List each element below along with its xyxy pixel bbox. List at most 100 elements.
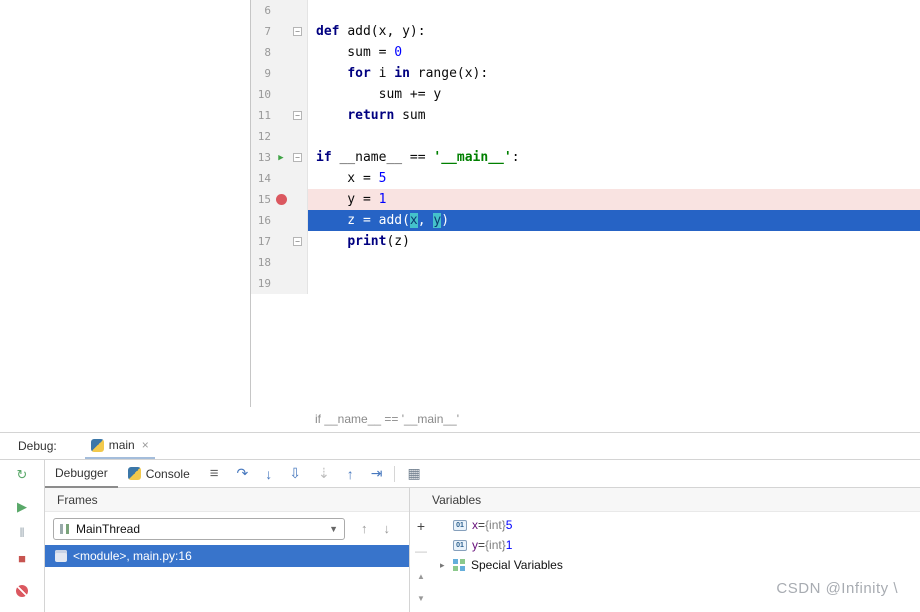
code-text[interactable]: return sum <box>308 105 920 126</box>
scroll-up-icon[interactable]: ▲ <box>410 572 432 581</box>
line-number[interactable]: 7 <box>251 25 271 38</box>
code-line[interactable]: 17 − print(z) <box>251 231 920 252</box>
fold-icon[interactable]: − <box>293 153 302 162</box>
fold-slot[interactable]: − <box>291 111 304 120</box>
code-line[interactable]: 8 sum = 0 <box>251 42 920 63</box>
chevron-right-icon[interactable]: ▸ <box>440 560 453 571</box>
code-text[interactable] <box>308 126 920 147</box>
gutter-icon-slot[interactable]: ▶ <box>271 153 291 163</box>
code-text[interactable] <box>308 0 920 21</box>
mute-breakpoints-button[interactable] <box>0 585 44 600</box>
scroll-down-icon[interactable]: ▼ <box>410 594 432 603</box>
variable-row[interactable]: 01 y = {int} 1 <box>432 535 920 555</box>
line-number[interactable]: 16 <box>251 214 271 227</box>
add-watch-icon[interactable]: + <box>410 518 432 534</box>
line-number[interactable]: 15 <box>251 193 271 206</box>
code-line[interactable]: 19 <box>251 273 920 294</box>
line-number[interactable]: 14 <box>251 172 271 185</box>
code-text[interactable]: z = add(x, y) <box>308 210 920 231</box>
code-line[interactable]: 12 <box>251 126 920 147</box>
line-number[interactable]: 17 <box>251 235 271 248</box>
layout-settings-icon[interactable]: ≡ <box>210 465 219 482</box>
gutter-cell[interactable]: 13 ▶ − <box>251 147 308 168</box>
line-number[interactable]: 10 <box>251 88 271 101</box>
fold-icon[interactable]: − <box>293 27 302 36</box>
code-text[interactable] <box>308 252 920 273</box>
line-number[interactable]: 19 <box>251 277 271 290</box>
fold-slot[interactable]: − <box>291 237 304 246</box>
step-out-icon[interactable]: ↑ <box>347 466 354 482</box>
line-number[interactable]: 6 <box>251 4 271 17</box>
debug-tool-window-header: Debug: main × <box>0 433 920 459</box>
gutter-cell[interactable]: 6 <box>251 0 308 21</box>
tab-debugger[interactable]: Debugger <box>45 460 118 488</box>
frame-row[interactable]: <module>, main.py:16 <box>45 545 409 567</box>
chevron-down-icon[interactable]: ▼ <box>329 524 338 534</box>
gutter-cell[interactable]: 14 <box>251 168 308 189</box>
line-number[interactable]: 8 <box>251 46 271 59</box>
debug-session-tab[interactable]: main × <box>84 433 155 459</box>
code-text[interactable]: sum = 0 <box>308 42 920 63</box>
next-frame-icon[interactable]: ↓ <box>384 521 391 536</box>
gutter-cell[interactable]: 15 <box>251 189 308 210</box>
fold-slot[interactable]: − <box>291 27 304 36</box>
code-line[interactable]: 7− def add(x, y): <box>251 21 920 42</box>
view-layout-icon[interactable]: ▦ <box>407 465 420 482</box>
fold-slot[interactable]: − <box>291 153 304 162</box>
pause-button[interactable]: ‖ <box>0 525 44 540</box>
line-number[interactable]: 18 <box>251 256 271 269</box>
gutter-cell[interactable]: 8 <box>251 42 308 63</box>
gutter-cell[interactable]: 18 <box>251 252 308 273</box>
debug-steps-toolbar: Debugger Console ≡ ↷ ↓ ⇩ ⇣ ↑ ⇥ ▦ <box>45 460 920 488</box>
stop-button[interactable]: ■ <box>0 551 44 566</box>
close-tab-icon[interactable]: × <box>142 438 149 452</box>
thread-selector-dropdown[interactable]: MainThread ▼ <box>53 517 345 540</box>
line-number[interactable]: 12 <box>251 130 271 143</box>
code-line[interactable]: 10 sum += y <box>251 84 920 105</box>
code-text[interactable]: y = 1 <box>308 189 920 210</box>
code-line[interactable]: 15 y = 1 <box>251 189 920 210</box>
gutter-icon-slot[interactable] <box>271 194 291 205</box>
line-number[interactable]: 11 <box>251 109 271 122</box>
code-line[interactable]: 16 z = add(x, y) <box>251 210 920 231</box>
gutter-cell[interactable]: 9 <box>251 63 308 84</box>
variable-row[interactable]: 01 x = {int} 5 <box>432 515 920 535</box>
gutter-cell[interactable]: 17 − <box>251 231 308 252</box>
step-over-icon[interactable]: ↷ <box>237 465 249 482</box>
code-line[interactable]: 18 <box>251 252 920 273</box>
rerun-button[interactable]: ↻ <box>0 467 44 483</box>
primitive-value-icon: 01 <box>453 539 467 551</box>
previous-frame-icon[interactable]: ↑ <box>361 521 368 536</box>
code-line[interactable]: 6 <box>251 0 920 21</box>
code-text[interactable]: x = 5 <box>308 168 920 189</box>
code-line[interactable]: 11 − return sum <box>251 105 920 126</box>
code-line[interactable]: 9 for i in range(x): <box>251 63 920 84</box>
code-text[interactable]: if __name__ == '__main__': <box>308 147 920 168</box>
code-line[interactable]: 14 x = 5 <box>251 168 920 189</box>
code-line[interactable]: 13 ▶ − if __name__ == '__main__': <box>251 147 920 168</box>
gutter-cell[interactable]: 11 − <box>251 105 308 126</box>
gutter-cell[interactable]: 19 <box>251 273 308 294</box>
code-text[interactable] <box>308 273 920 294</box>
code-text[interactable]: print(z) <box>308 231 920 252</box>
gutter-cell[interactable]: 10 <box>251 84 308 105</box>
gutter-cell[interactable]: 7− <box>251 21 308 42</box>
run-to-cursor-icon[interactable]: ⇥ <box>371 465 383 482</box>
step-into-icon[interactable]: ↓ <box>265 466 272 482</box>
gutter-cell[interactable]: 12 <box>251 126 308 147</box>
fold-icon[interactable]: − <box>293 111 302 120</box>
line-number[interactable]: 13 <box>251 151 271 164</box>
tab-console[interactable]: Console <box>118 460 200 488</box>
code-text[interactable]: def add(x, y): <box>308 21 920 42</box>
gutter-cell[interactable]: 16 <box>251 210 308 231</box>
variable-row[interactable]: ▸ Special Variables <box>432 555 920 575</box>
step-into-my-code-icon[interactable]: ⇩ <box>289 465 301 482</box>
code-text[interactable]: for i in range(x): <box>308 63 920 84</box>
fold-icon[interactable]: − <box>293 237 302 246</box>
breakpoint-icon[interactable] <box>275 194 287 205</box>
line-number[interactable]: 9 <box>251 67 271 80</box>
remove-watch-icon[interactable]: — <box>410 544 432 558</box>
code-text[interactable]: sum += y <box>308 84 920 105</box>
code-editor[interactable]: 6 7− def add(x, y): 8 sum = 09 for i in ran… <box>250 0 920 407</box>
resume-button[interactable]: ▶ <box>0 499 44 515</box>
